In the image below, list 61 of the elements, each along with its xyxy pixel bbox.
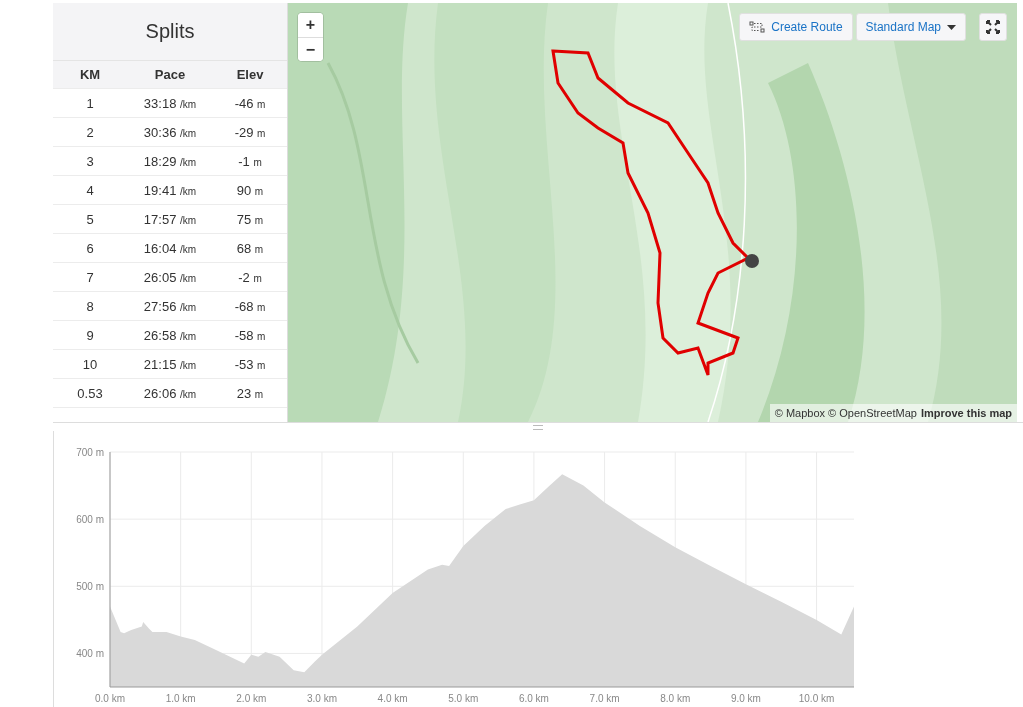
table-cell-text: 23 m bbox=[235, 385, 265, 401]
caret-icon bbox=[947, 24, 956, 30]
table-cell-text: 16:04 /km bbox=[142, 240, 198, 256]
table-cell-text: 1 bbox=[85, 95, 95, 111]
table-cell-text: 30:36 /km bbox=[142, 124, 198, 140]
table-cell-text: -29 m bbox=[233, 124, 267, 140]
route-icon bbox=[749, 21, 766, 33]
table-cell-text: 6 bbox=[85, 240, 95, 256]
x-tick-label: 1.0 km bbox=[165, 693, 196, 704]
y-tick-label: 500 m bbox=[76, 581, 104, 593]
x-tick-label: 0.0 km bbox=[95, 693, 125, 704]
table-cell-text: 10 bbox=[81, 356, 99, 372]
table-cell-text: 4 bbox=[85, 182, 95, 198]
x-tick-label: 2.0 km bbox=[236, 693, 267, 704]
create-route-button[interactable]: Create Route bbox=[739, 13, 853, 41]
table-cell-text: 0.53 bbox=[76, 385, 104, 401]
fullscreen-button[interactable] bbox=[979, 13, 1007, 41]
table-cell-text: 19:41 /km bbox=[142, 182, 198, 198]
y-tick-label: 700 m bbox=[76, 447, 104, 458]
attribution-text: © Mapbox © OpenStreetMap bbox=[774, 407, 917, 419]
table-cell-text: 5 bbox=[85, 211, 95, 227]
table-cell-text: 17:57 /km bbox=[142, 211, 198, 227]
zoom-out-button[interactable]: − bbox=[298, 37, 323, 61]
table-cell-text: 26:05 /km bbox=[142, 269, 198, 285]
x-tick-label: 5.0 km bbox=[448, 693, 479, 704]
table-cell-text: 7 bbox=[85, 269, 95, 285]
map-style-dropdown[interactable]: Standard Map bbox=[855, 13, 966, 41]
table-cell-text: 21:15 /km bbox=[142, 356, 198, 372]
table-cell-text: -46 m bbox=[233, 95, 267, 111]
table-cell-text: -2 m bbox=[237, 269, 263, 285]
column-header: Elev bbox=[235, 67, 265, 82]
table-cell-text: -53 m bbox=[233, 356, 267, 372]
table-cell-text: 75 m bbox=[235, 211, 265, 227]
table-cell-text: 68 m bbox=[235, 240, 265, 256]
table-cell-text: -68 m bbox=[233, 298, 267, 314]
x-tick-label: 8.0 km bbox=[660, 693, 691, 704]
column-header: Pace bbox=[153, 67, 187, 82]
improve-map-link[interactable]: Improve this map bbox=[920, 407, 1012, 419]
table-cell-text: 2 bbox=[85, 124, 95, 140]
table-cell-text: -1 m bbox=[237, 153, 263, 169]
y-tick-label: 600 m bbox=[76, 514, 104, 526]
fullscreen-icon bbox=[985, 19, 1001, 35]
x-tick-label: 10.0 km bbox=[798, 693, 835, 704]
x-tick-label: 3.0 km bbox=[306, 693, 337, 704]
table-cell-text: -58 m bbox=[233, 327, 267, 343]
table-cell-text: 18:29 /km bbox=[142, 153, 198, 169]
x-tick-label: 4.0 km bbox=[377, 693, 408, 704]
table-cell-text: 8 bbox=[85, 298, 95, 314]
table-cell-text: 33:18 /km bbox=[142, 95, 198, 111]
splits-title: Splits bbox=[145, 20, 195, 43]
x-tick-label: 6.0 km bbox=[518, 693, 549, 704]
table-cell-text: 26:58 /km bbox=[142, 327, 198, 343]
y-tick-label: 400 m bbox=[76, 648, 104, 660]
table-cell-text: 3 bbox=[85, 153, 95, 169]
column-header: KM bbox=[78, 67, 102, 82]
x-tick-label: 7.0 km bbox=[589, 693, 620, 704]
x-tick-label: 9.0 km bbox=[730, 693, 761, 704]
table-cell-text: 90 m bbox=[235, 182, 265, 198]
table-cell-text: 9 bbox=[85, 327, 95, 343]
table-cell-text: 26:06 /km bbox=[142, 385, 198, 401]
table-cell-text: 27:56 /km bbox=[142, 298, 198, 314]
